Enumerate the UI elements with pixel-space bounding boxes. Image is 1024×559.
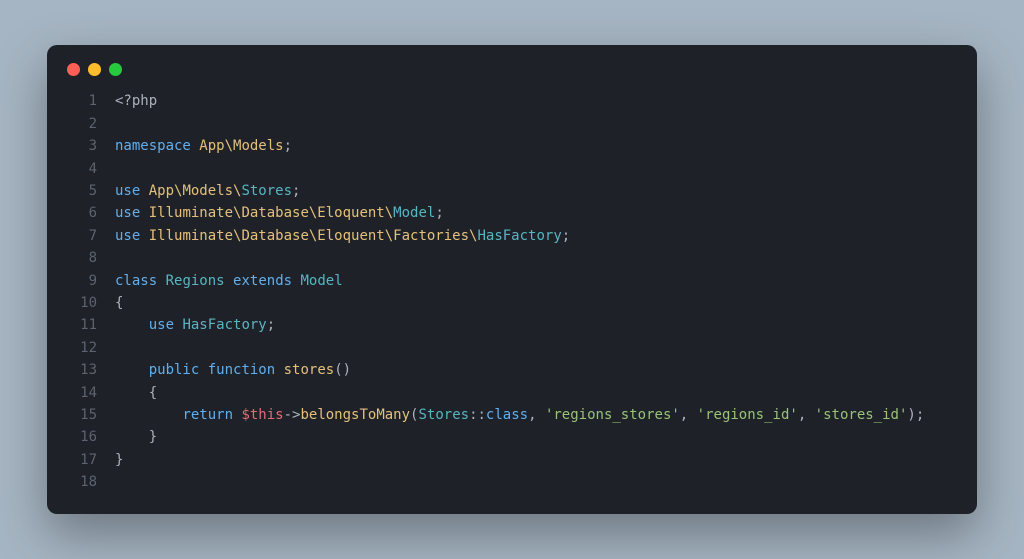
line-number: 10 [67,292,97,314]
code-line: 15 return $this->belongsToMany(Stores::c… [67,404,957,426]
line-number: 13 [67,359,97,381]
code-line: 17 } [67,449,957,471]
code-line: 6 use Illuminate\Database\Eloquent\Model… [67,202,957,224]
code-line: 2 [67,113,957,135]
line-number: 6 [67,202,97,224]
line-number: 5 [67,180,97,202]
code-line: 7 use Illuminate\Database\Eloquent\Facto… [67,225,957,247]
line-number: 7 [67,225,97,247]
minimize-icon[interactable] [88,63,101,76]
code-line: 9 class Regions extends Model [67,270,957,292]
close-icon[interactable] [67,63,80,76]
line-number: 8 [67,247,97,269]
line-number: 9 [67,270,97,292]
code-line: 4 [67,158,957,180]
code-line: 11 use HasFactory; [67,314,957,336]
code-line: 12 [67,337,957,359]
code-line: 3 namespace App\Models; [67,135,957,157]
maximize-icon[interactable] [109,63,122,76]
line-number: 18 [67,471,97,493]
code-editor[interactable]: 1 <?php 2 3 namespace App\Models; 4 5 us… [67,90,957,493]
window-titlebar [67,63,957,76]
line-number: 16 [67,426,97,448]
code-window: 1 <?php 2 3 namespace App\Models; 4 5 us… [47,45,977,513]
line-number: 15 [67,404,97,426]
line-number: 17 [67,449,97,471]
code-line: 18 [67,471,957,493]
line-number: 2 [67,113,97,135]
code-line: 16 } [67,426,957,448]
code-line: 14 { [67,382,957,404]
line-number: 12 [67,337,97,359]
code-line: 1 <?php [67,90,957,112]
line-number: 3 [67,135,97,157]
code-line: 10 { [67,292,957,314]
line-number: 4 [67,158,97,180]
line-number: 14 [67,382,97,404]
code-line: 13 public function stores() [67,359,957,381]
code-line: 5 use App\Models\Stores; [67,180,957,202]
line-number: 1 [67,90,97,112]
line-number: 11 [67,314,97,336]
code-line: 8 [67,247,957,269]
